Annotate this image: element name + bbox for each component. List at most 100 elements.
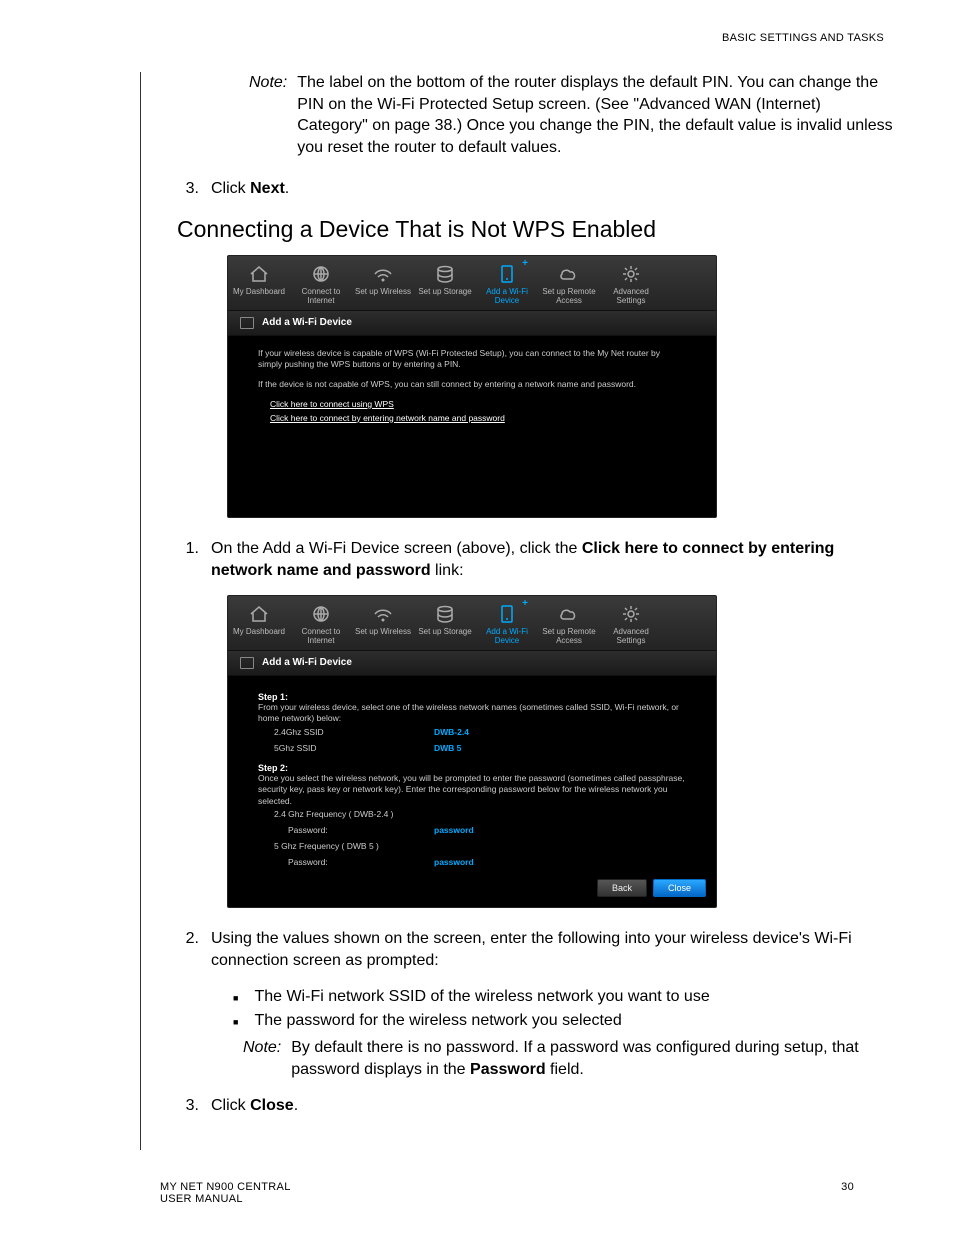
nav-item-cloud[interactable]: Set up Remote Access xyxy=(538,256,600,310)
page-footer: MY NET N900 CENTRAL USER MANUAL 30 xyxy=(160,1181,854,1205)
step-text: Click Next. xyxy=(211,178,894,200)
home-icon xyxy=(230,602,288,626)
disks-icon xyxy=(416,262,474,286)
nav-item-home[interactable]: My Dashboard xyxy=(228,256,290,310)
step-desc: From your wireless device, select one of… xyxy=(258,702,686,725)
close-button[interactable]: Close xyxy=(653,879,706,897)
t: . xyxy=(294,1097,298,1114)
t: Click xyxy=(211,180,250,197)
nav-item-home[interactable]: My Dashboard xyxy=(228,596,290,650)
nav-item-gear[interactable]: Advanced Settings xyxy=(600,596,662,650)
nav-item-device[interactable]: +Add a Wi-Fi Device xyxy=(476,256,538,310)
device-icon xyxy=(240,657,254,669)
nav-item-cloud[interactable]: Set up Remote Access xyxy=(538,596,600,650)
page-number: 30 xyxy=(841,1181,854,1205)
b: Close xyxy=(250,1097,294,1114)
list-item: ■ The Wi-Fi network SSID of the wireless… xyxy=(233,985,894,1009)
nav-label: Advanced Settings xyxy=(602,628,660,646)
nav-item-disks[interactable]: Set up Storage xyxy=(414,596,476,650)
info-text: If your wireless device is capable of WP… xyxy=(258,348,686,371)
note-block: Note: The label on the bottom of the rou… xyxy=(249,72,894,158)
router-screenshot-1: My DashboardConnect to InternetSet up Wi… xyxy=(227,255,717,518)
freq-5-label: 5 Ghz Frequency ( DWB 5 ) xyxy=(274,841,686,851)
nav-label: Set up Wireless xyxy=(354,628,412,637)
footer-left: MY NET N900 CENTRAL USER MANUAL xyxy=(160,1181,291,1205)
plus-icon: + xyxy=(522,258,528,269)
b: Next xyxy=(250,180,285,197)
connect-name-password-link[interactable]: Click here to connect by entering networ… xyxy=(270,412,686,426)
note-body: The label on the bottom of the router di… xyxy=(297,72,894,158)
bullet-icon: ■ xyxy=(233,985,238,1009)
nav-item-gear[interactable]: Advanced Settings xyxy=(600,256,662,310)
panel-title-bar: Add a Wi-Fi Device xyxy=(228,651,716,676)
connect-wps-link[interactable]: Click here to connect using WPS xyxy=(270,398,686,412)
label: Password: xyxy=(274,857,434,867)
value: password xyxy=(434,857,474,867)
nav-item-wifi[interactable]: Set up Wireless xyxy=(352,256,414,310)
nav-label: Add a Wi-Fi Device xyxy=(478,628,536,646)
bullet-text: The password for the wireless network yo… xyxy=(254,1009,621,1033)
router-screenshot-2: My Dashboard Connect to Internet Set up Wi… xyxy=(227,595,717,908)
t: link: xyxy=(431,562,464,579)
back-button[interactable]: Back xyxy=(597,879,647,897)
bullet-list: ■ The Wi-Fi network SSID of the wireless… xyxy=(233,985,894,1033)
wifi-icon xyxy=(354,262,412,286)
bullet-icon: ■ xyxy=(233,1009,238,1033)
panel-title: Add a Wi-Fi Device xyxy=(262,657,352,668)
nav-label: Set up Storage xyxy=(416,628,474,637)
nav-item-wifi[interactable]: Set up Wireless xyxy=(352,596,414,650)
nav-item-device[interactable]: + Add a Wi-Fi Device xyxy=(476,596,538,650)
freq-24-label: 2.4 Ghz Frequency ( DWB-2.4 ) xyxy=(274,809,686,819)
panel-body: If your wireless device is capable of WP… xyxy=(228,336,716,518)
nav-label: My Dashboard xyxy=(230,628,288,637)
plus-icon: + xyxy=(522,598,528,609)
nav-item-disks[interactable]: Set up Storage xyxy=(414,256,476,310)
password-5-row: Password: password xyxy=(274,857,686,867)
nav-item-globe[interactable]: Connect to Internet xyxy=(290,596,352,650)
step-heading: Step 1: xyxy=(258,692,686,702)
router-nav: My DashboardConnect to InternetSet up Wi… xyxy=(228,256,716,311)
b: Password xyxy=(470,1061,546,1078)
step-1: 1. On the Add a Wi-Fi Device screen (abo… xyxy=(177,538,894,581)
step-3: 3. Click Close. xyxy=(177,1095,894,1117)
device-icon xyxy=(240,317,254,329)
t: On the Add a Wi-Fi Device screen (above)… xyxy=(211,540,582,557)
note-label: Note: xyxy=(243,1037,281,1080)
step-2: 2. Using the values shown on the screen,… xyxy=(177,928,894,971)
gear-icon xyxy=(602,602,660,626)
value: DWB-2.4 xyxy=(434,727,469,737)
nav-label: Set up Remote Access xyxy=(540,628,598,646)
label: 5Ghz SSID xyxy=(274,743,434,753)
step-number: 2. xyxy=(177,928,199,971)
main-content-column: Note: The label on the bottom of the rou… xyxy=(140,72,894,1150)
nav-item-globe[interactable]: Connect to Internet xyxy=(290,256,352,310)
bullet-text: The Wi-Fi network SSID of the wireless n… xyxy=(254,985,709,1009)
cloud-icon xyxy=(540,602,598,626)
globe-icon xyxy=(292,602,350,626)
value: password xyxy=(434,825,474,835)
gear-icon xyxy=(602,262,660,286)
ssid-24-row: 2.4Ghz SSID DWB-2.4 xyxy=(274,727,686,737)
step-desc: Once you select the wireless network, yo… xyxy=(258,773,686,807)
nav-label: Connect to Internet xyxy=(292,628,350,646)
panel-title-bar: Add a Wi-Fi Device xyxy=(228,311,716,336)
value: DWB 5 xyxy=(434,743,461,753)
globe-icon xyxy=(292,262,350,286)
cloud-icon xyxy=(540,262,598,286)
label: 2.4Ghz SSID xyxy=(274,727,434,737)
step-heading: Step 2: xyxy=(258,763,686,773)
note-body: By default there is no password. If a pa… xyxy=(291,1037,894,1080)
page-header-section: BASIC SETTINGS AND TASKS xyxy=(60,32,894,44)
step-number: 1. xyxy=(177,538,199,581)
ssid-5-row: 5Ghz SSID DWB 5 xyxy=(274,743,686,753)
list-item: ■ The password for the wireless network … xyxy=(233,1009,894,1033)
step-number: 3. xyxy=(177,178,199,200)
nav-label: Set up Remote Access xyxy=(540,288,598,306)
info-text: If the device is not capable of WPS, you… xyxy=(258,379,686,390)
t: field. xyxy=(546,1061,584,1078)
nav-label: My Dashboard xyxy=(230,288,288,297)
step-text: Click Close. xyxy=(211,1095,894,1117)
nav-label: Set up Storage xyxy=(416,288,474,297)
wifi-icon xyxy=(354,602,412,626)
panel-body: Step 1: From your wireless device, selec… xyxy=(228,676,716,873)
